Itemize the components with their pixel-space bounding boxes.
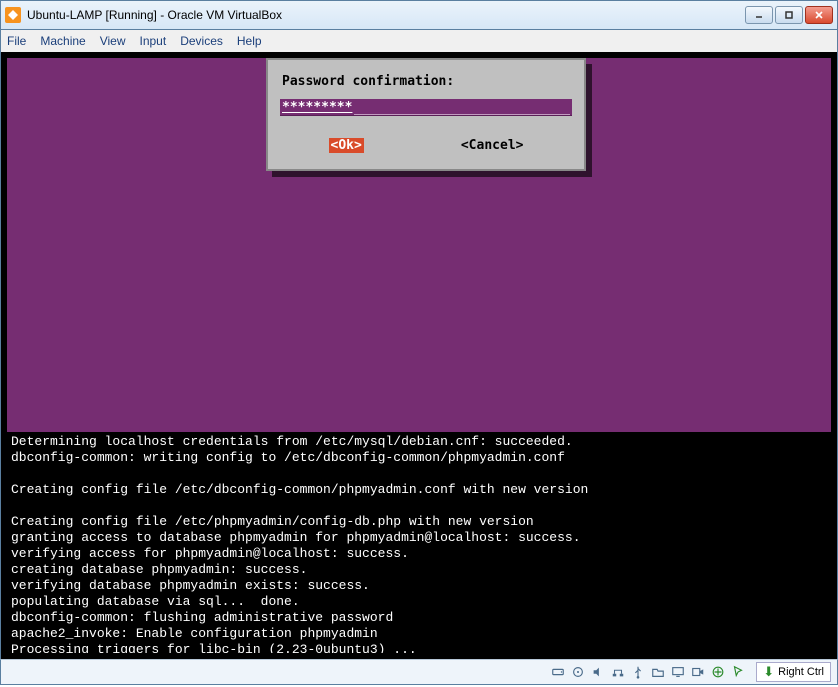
hard-disk-icon[interactable]	[550, 664, 566, 680]
window-buttons	[745, 6, 833, 24]
menu-bar: File Machine View Input Devices Help	[0, 30, 838, 52]
window-titlebar: Ubuntu-LAMP [Running] - Oracle VM Virtua…	[0, 0, 838, 30]
close-button[interactable]	[805, 6, 833, 24]
recording-icon[interactable]	[690, 664, 706, 680]
status-bar: ⬇ Right Ctrl	[0, 659, 838, 685]
vm-display[interactable]: Password confirmation: ********* <Ok> <C…	[0, 52, 838, 659]
guest-additions-icon[interactable]	[710, 664, 726, 680]
menu-machine[interactable]: Machine	[40, 34, 85, 48]
optical-disk-icon[interactable]	[570, 664, 586, 680]
window-title: Ubuntu-LAMP [Running] - Oracle VM Virtua…	[27, 8, 745, 22]
password-masked: *********	[282, 100, 352, 115]
menu-input[interactable]: Input	[140, 34, 167, 48]
virtualbox-icon	[5, 7, 21, 23]
shared-folder-icon[interactable]	[650, 664, 666, 680]
minimize-button[interactable]	[745, 6, 773, 24]
ok-button[interactable]: <Ok>	[329, 138, 364, 153]
network-icon[interactable]	[610, 664, 626, 680]
menu-file[interactable]: File	[7, 34, 26, 48]
maximize-button[interactable]	[775, 6, 803, 24]
dialog-buttons: <Ok> <Cancel>	[280, 138, 572, 153]
usb-icon[interactable]	[630, 664, 646, 680]
arrow-down-icon: ⬇	[763, 664, 774, 680]
password-input[interactable]: *********	[280, 99, 572, 116]
cancel-button[interactable]: <Cancel>	[461, 138, 524, 153]
host-key-label: Right Ctrl	[778, 666, 824, 678]
display-icon[interactable]	[670, 664, 686, 680]
host-key-indicator[interactable]: ⬇ Right Ctrl	[756, 662, 831, 682]
mouse-integration-icon[interactable]	[730, 664, 746, 680]
menu-help[interactable]: Help	[237, 34, 262, 48]
password-dialog: Password confirmation: ********* <Ok> <C…	[266, 58, 586, 171]
audio-icon[interactable]	[590, 664, 606, 680]
menu-devices[interactable]: Devices	[180, 34, 223, 48]
dialog-prompt: Password confirmation:	[282, 74, 572, 89]
menu-view[interactable]: View	[100, 34, 126, 48]
terminal-output: Determining localhost credentials from /…	[7, 432, 831, 653]
